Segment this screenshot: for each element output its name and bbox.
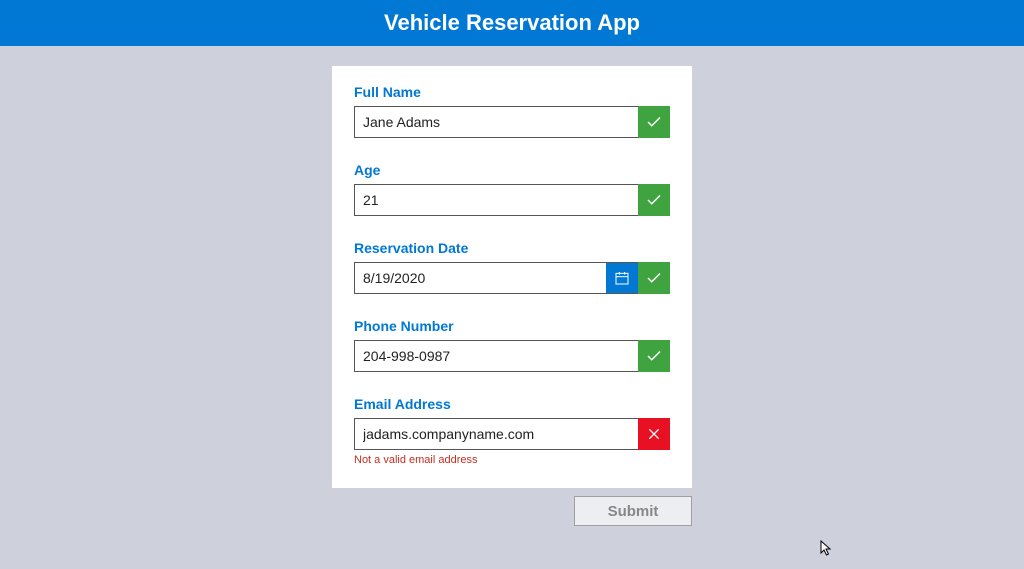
app-title: Vehicle Reservation App — [384, 10, 640, 35]
full-name-label: Full Name — [354, 84, 670, 100]
app-header: Vehicle Reservation App — [0, 0, 1024, 46]
full-name-input[interactable] — [354, 106, 638, 138]
age-status — [638, 184, 670, 216]
reservation-date-status — [638, 262, 670, 294]
email-address-status — [638, 418, 670, 450]
email-address-label: Email Address — [354, 396, 670, 412]
email-address-row — [354, 418, 670, 450]
date-picker-button[interactable] — [606, 263, 638, 293]
cursor-icon — [820, 540, 834, 558]
check-icon — [645, 191, 663, 209]
check-icon — [645, 347, 663, 365]
reservation-date-input[interactable] — [355, 263, 606, 293]
age-label: Age — [354, 162, 670, 178]
email-address-input[interactable] — [354, 418, 638, 450]
reservation-date-group: Reservation Date — [354, 240, 670, 294]
phone-number-input[interactable] — [354, 340, 638, 372]
reservation-form: Full Name Age Reservation Date — [332, 66, 692, 488]
reservation-date-label: Reservation Date — [354, 240, 670, 256]
phone-number-row — [354, 340, 670, 372]
phone-number-label: Phone Number — [354, 318, 670, 334]
check-icon — [645, 269, 663, 287]
age-group: Age — [354, 162, 670, 216]
x-icon — [646, 426, 662, 442]
full-name-group: Full Name — [354, 84, 670, 138]
submit-row: Submit — [332, 496, 692, 526]
reservation-date-input-wrapper — [354, 262, 638, 294]
age-row — [354, 184, 670, 216]
check-icon — [645, 113, 663, 131]
reservation-date-row — [354, 262, 670, 294]
calendar-icon — [614, 270, 630, 286]
email-address-group: Email Address Not a valid email address — [354, 396, 670, 466]
phone-number-status — [638, 340, 670, 372]
submit-button[interactable]: Submit — [574, 496, 692, 526]
phone-number-group: Phone Number — [354, 318, 670, 372]
full-name-status — [638, 106, 670, 138]
age-input[interactable] — [354, 184, 638, 216]
full-name-row — [354, 106, 670, 138]
email-error-text: Not a valid email address — [354, 454, 670, 466]
